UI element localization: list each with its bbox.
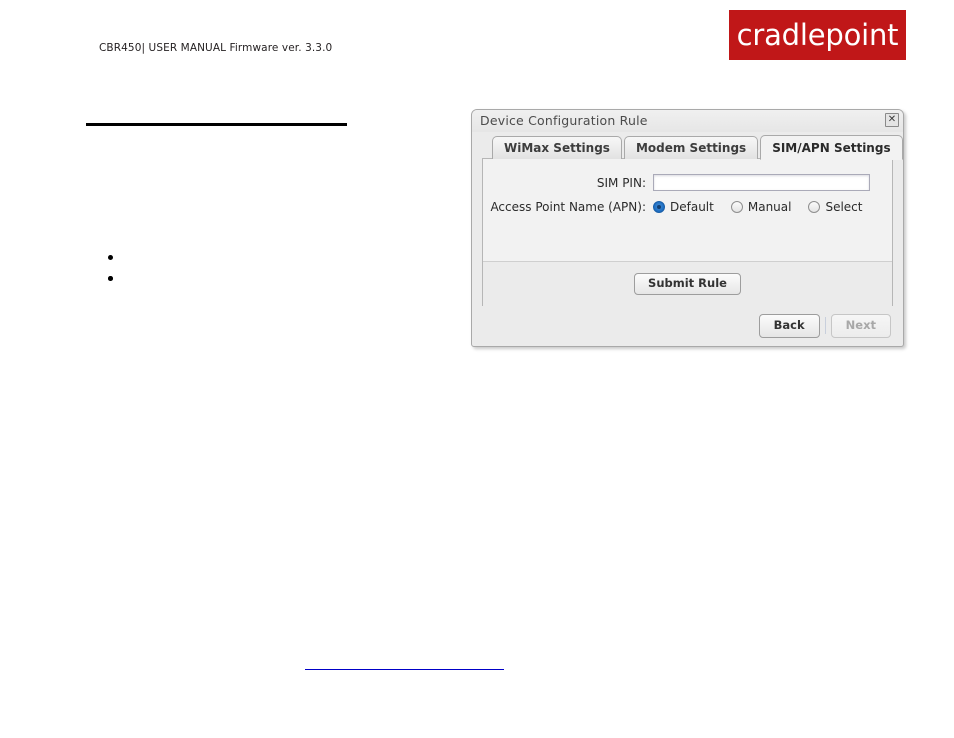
nav-separator	[824, 317, 826, 335]
radio-label: Default	[670, 200, 714, 214]
radio-label: Select	[825, 200, 863, 214]
apn-field-row: Access Point Name (APN): Default Manual …	[483, 200, 892, 214]
tab-label: Modem Settings	[635, 141, 747, 155]
cradlepoint-logo-text: cradlepoint	[736, 17, 899, 52]
sim-pin-field-row: SIM PIN:	[483, 174, 892, 191]
bullet-list	[88, 243, 388, 281]
dialog-title: Device Configuration Rule	[480, 113, 648, 128]
radio-label: Manual	[747, 200, 792, 214]
submit-area: Submit Rule	[483, 262, 892, 306]
dialog-titlebar: Device Configuration Rule ✕	[472, 110, 903, 132]
section-heading-rule	[86, 123, 347, 126]
page-header-text: CBR450| USER MANUAL Firmware ver. 3.3.0	[99, 42, 333, 54]
radio-selected-icon	[653, 201, 665, 213]
tab-sim-apn-settings[interactable]: SIM/APN Settings	[760, 135, 903, 160]
sim-pin-label: SIM PIN:	[596, 175, 646, 190]
tab-strip: WiMax Settings Modem Settings SIM/APN Se…	[492, 134, 905, 160]
dialog-nav-buttons: Back Next	[758, 314, 891, 338]
tab-modem-settings[interactable]: Modem Settings	[623, 136, 759, 159]
apn-label: Access Point Name (APN):	[490, 200, 646, 214]
submit-rule-button[interactable]: Submit Rule	[634, 273, 741, 295]
tab-wimax-settings[interactable]: WiMax Settings	[492, 136, 622, 159]
cradlepoint-logo: cradlepoint	[729, 10, 906, 60]
footer-hyperlink[interactable]	[305, 669, 504, 670]
radio-unselected-icon	[808, 201, 821, 213]
dialog-body: WiMax Settings Modem Settings SIM/APN Se…	[482, 134, 903, 338]
back-button[interactable]: Back	[758, 314, 820, 338]
radio-option-select[interactable]: Select	[808, 200, 863, 214]
sim-pin-input[interactable]	[653, 174, 870, 191]
close-icon[interactable]: ✕	[885, 113, 899, 127]
radio-option-manual[interactable]: Manual	[730, 200, 792, 214]
radio-option-default[interactable]: Default	[653, 200, 714, 214]
tab-label: WiMax Settings	[504, 141, 610, 155]
next-button[interactable]: Next	[830, 314, 891, 338]
radio-unselected-icon	[730, 201, 743, 213]
tab-panel-sim-apn-settings: SIM PIN: Access Point Name (APN): Defaul…	[482, 158, 893, 306]
device-configuration-dialog: Device Configuration Rule ✕ WiMax Settin…	[471, 109, 904, 347]
apn-radio-group: Default Manual Select	[653, 200, 880, 214]
tab-label: SIM/APN Settings	[772, 140, 891, 155]
